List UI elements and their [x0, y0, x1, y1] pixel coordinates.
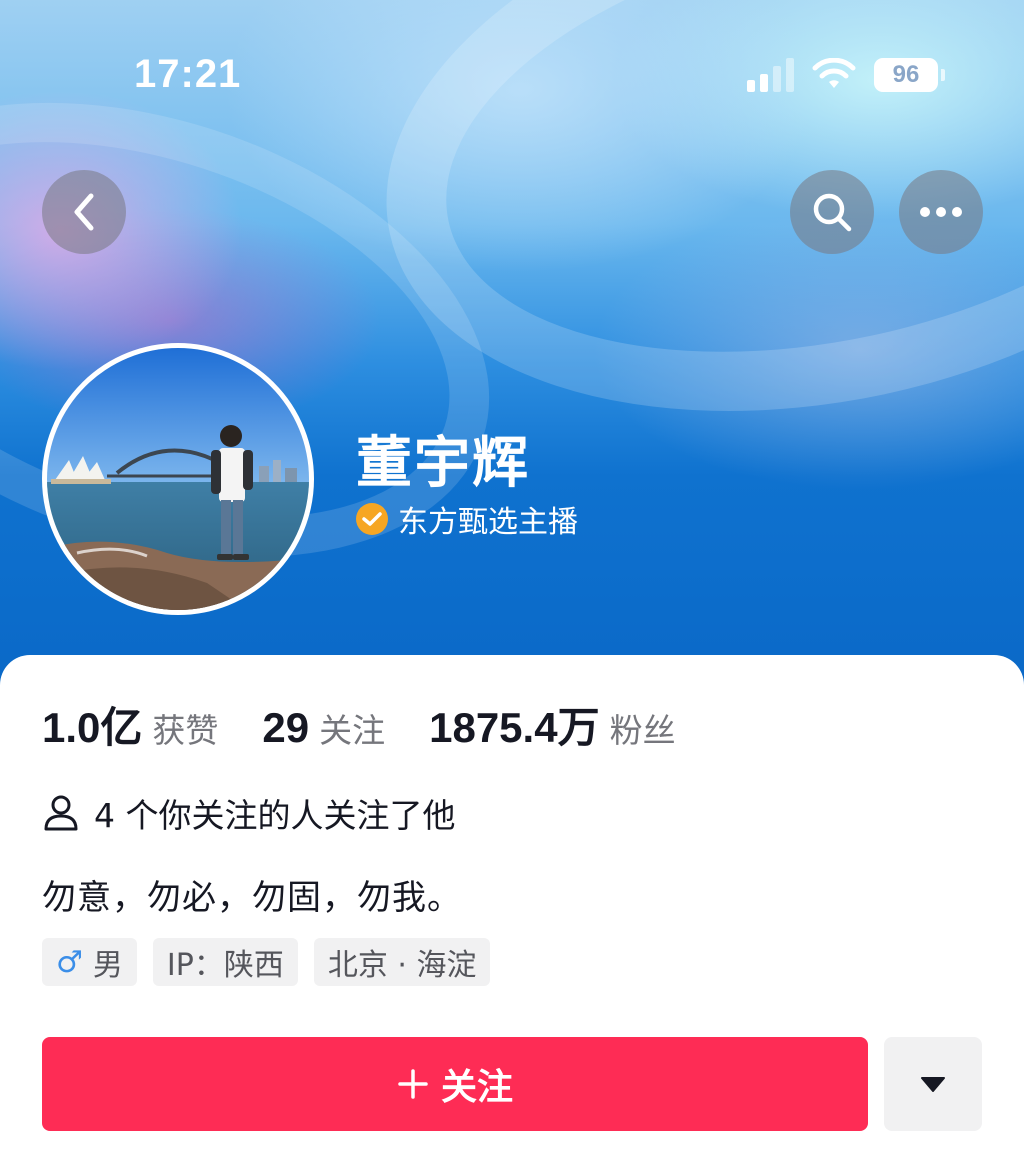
stat-value: 29	[262, 704, 310, 751]
signal-icon	[747, 58, 794, 92]
back-button[interactable]	[42, 170, 126, 254]
profile-stats: 1.0亿 获赞 29 关注 1875.4万 粉丝	[42, 694, 720, 755]
stat-likes[interactable]: 1.0亿 获赞	[42, 694, 218, 755]
status-time: 17:21	[134, 52, 242, 96]
stat-label: 关注	[319, 711, 386, 750]
gender-tag: ♂ 男	[42, 938, 137, 986]
follow-label: 关注	[440, 1067, 513, 1108]
stat-following[interactable]: 29 关注	[262, 704, 385, 752]
status-icons: 96	[747, 58, 945, 92]
verified-check-icon	[356, 503, 388, 535]
verified-tag: 东方甄选主播	[356, 497, 578, 541]
plus-icon	[398, 1069, 428, 1099]
follow-button[interactable]: 关注	[42, 1037, 868, 1131]
stat-followers[interactable]: 1875.4万 粉丝	[429, 694, 675, 755]
search-icon	[813, 193, 852, 232]
male-icon: ♂	[56, 944, 83, 980]
profile-name: 董宇辉	[356, 431, 530, 496]
avatar[interactable]	[42, 343, 314, 615]
ip-tag: IP：陕西	[152, 938, 298, 986]
battery-icon: 96	[874, 58, 945, 92]
stat-label: 获赞	[152, 711, 219, 750]
verified-label: 东方甄选主播	[398, 505, 578, 540]
more-button[interactable]	[899, 170, 983, 254]
stat-value: 1.0亿	[42, 704, 143, 751]
back-icon	[74, 193, 94, 231]
wifi-icon	[812, 58, 856, 88]
caret-down-icon	[921, 1077, 945, 1092]
mutual-follow-text: 4 个你关注的人关注了他	[94, 796, 456, 835]
person-icon	[44, 795, 78, 831]
gender-label: 男	[92, 948, 123, 983]
more-icon	[920, 207, 962, 217]
mutual-follow-row[interactable]: 4 个你关注的人关注了他	[42, 789, 456, 837]
location-tag: 北京 · 海淀	[313, 938, 491, 986]
profile-bio: 勿意，勿必，勿固，勿我。	[42, 878, 462, 918]
stat-label: 粉丝	[609, 711, 676, 750]
stat-value: 1875.4万	[429, 704, 600, 751]
profile-tags: ♂ 男 IP：陕西 北京 · 海淀	[42, 938, 491, 986]
search-button[interactable]	[790, 170, 874, 254]
recommend-dropdown-button[interactable]	[884, 1037, 982, 1131]
avatar-photo	[47, 348, 309, 610]
